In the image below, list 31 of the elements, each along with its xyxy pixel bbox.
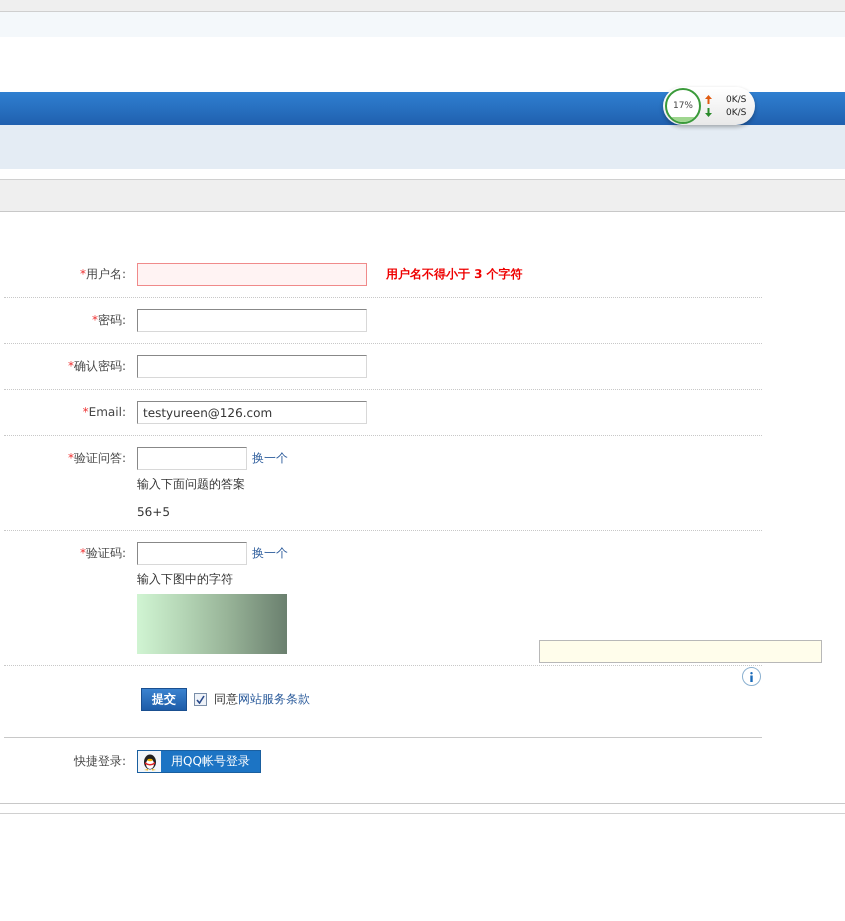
quick-login-label: 快捷登录: [72, 753, 126, 770]
input-field[interactable]: testyureen@126.com [137, 401, 367, 424]
question-text: 56+5 [137, 505, 171, 519]
field-label: *验证码: [78, 545, 126, 562]
field-label: *验证问答: [66, 450, 126, 467]
submit-button[interactable]: 提交 [141, 688, 187, 711]
upload-speed: 0K/S [726, 94, 746, 104]
usage-meter: 17% [665, 88, 701, 124]
upload-arrow-icon [705, 95, 712, 104]
hint-text: 输入下图中的字符 [137, 571, 234, 588]
field-label: *密码: [90, 312, 126, 329]
agree-checkbox[interactable] [194, 693, 207, 706]
download-speed: 0K/S [726, 108, 746, 118]
agree-text: 同意 [214, 692, 238, 706]
input-field[interactable] [137, 309, 367, 332]
field-label: *确认密码: [66, 358, 126, 375]
field-label: *用户名: [78, 266, 126, 283]
info-icon[interactable] [742, 667, 761, 686]
input-field[interactable] [137, 263, 367, 286]
input-field[interactable] [137, 542, 247, 565]
terms-link[interactable]: 网站服务条款 [238, 692, 310, 706]
penguin-icon [142, 752, 158, 770]
input-field[interactable] [137, 355, 367, 378]
input-field[interactable] [137, 447, 247, 470]
qq-login-button[interactable]: 用QQ帐号登录 [137, 750, 261, 773]
hint-text: 输入下面问题的答案 [137, 476, 246, 493]
error-message: 用户名不得小于 3 个字符 [386, 266, 523, 283]
field-label: *Email: [82, 404, 126, 421]
change-link[interactable]: 换一个 [252, 450, 288, 467]
change-link[interactable]: 换一个 [252, 545, 288, 562]
download-arrow-icon [705, 108, 712, 117]
